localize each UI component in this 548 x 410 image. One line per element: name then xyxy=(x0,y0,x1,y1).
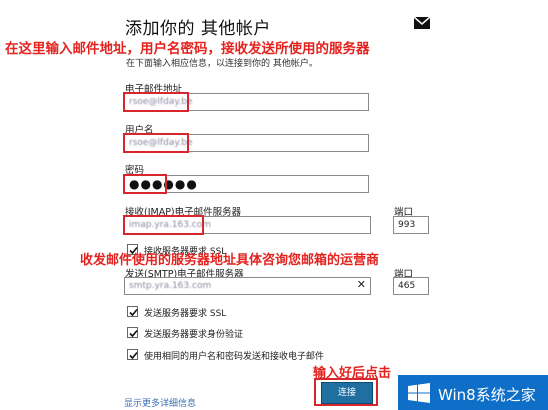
watermark-text: Win8系统之家 xyxy=(438,386,536,404)
windows-logo-icon xyxy=(408,383,430,403)
watermark-logo: Win8系统之家 xyxy=(398,375,548,410)
smtp-port-value: 465 xyxy=(398,281,416,291)
show-more-link[interactable]: 显示更多详细信息 xyxy=(124,396,196,409)
imap-port-field[interactable]: 993 xyxy=(393,216,429,234)
annotation-top: 在这里输入邮件地址，用户名密码，接收发送所使用的服务器 xyxy=(5,41,370,57)
checkmark-icon xyxy=(129,351,138,360)
subtitle: 在下面输入相应信息，以连接到你的 其他帐户。 xyxy=(126,59,318,69)
imap-port-value: 993 xyxy=(398,220,416,230)
outgoing-auth-checkbox[interactable] xyxy=(127,327,138,338)
outgoing-ssl-label: 发送服务器要求 SSL xyxy=(144,309,227,319)
same-credentials-label: 使用相同的用户名和密码发送和接收电子邮件 xyxy=(144,352,325,362)
imap-highlight-box xyxy=(123,215,204,235)
page-title: 添加你的 其他帐户 xyxy=(125,19,271,39)
checkmark-icon xyxy=(129,329,138,338)
clear-x-icon[interactable]: ✕ xyxy=(357,279,366,290)
same-credentials-checkbox[interactable] xyxy=(127,349,138,360)
outgoing-ssl-checkbox[interactable] xyxy=(127,306,138,317)
outgoing-auth-label: 发送服务器要求身份验证 xyxy=(144,330,244,340)
password-highlight-box xyxy=(123,174,167,194)
mail-envelope-icon xyxy=(414,17,430,29)
smtp-server-value: smtp.yra.163.com xyxy=(129,281,212,291)
email-highlight-box xyxy=(123,92,189,112)
username-highlight-box xyxy=(123,133,189,153)
checkmark-icon xyxy=(129,308,138,317)
smtp-server-field[interactable]: smtp.yra.163.com ✕ xyxy=(124,277,371,295)
smtp-port-field[interactable]: 465 xyxy=(393,277,429,295)
connect-button[interactable]: 连接 xyxy=(321,382,373,404)
